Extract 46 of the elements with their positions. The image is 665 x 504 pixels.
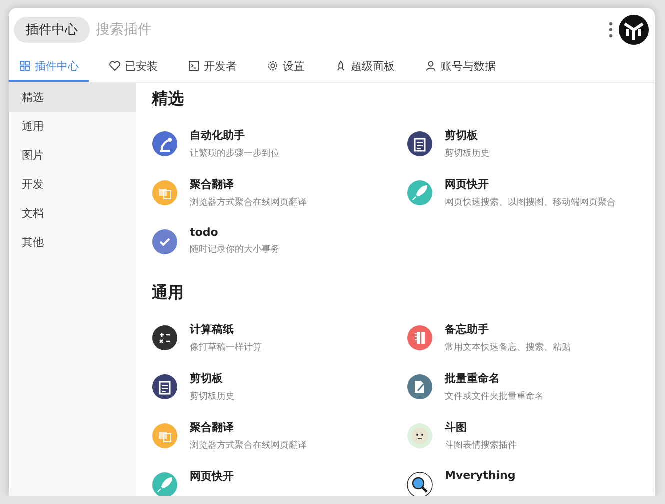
plugin-description: 随时记录你的大小事务 (190, 244, 280, 256)
plugin-center-tag[interactable]: 插件中心 (14, 17, 90, 43)
plugin-description: 文件或文件夹批量重命名 (445, 390, 544, 403)
grid-icon (19, 60, 31, 72)
tab[interactable]: 已安装 (99, 52, 168, 82)
plugin-name[interactable]: 备忘助手 (445, 322, 571, 337)
settings-icon (267, 60, 279, 72)
rocket-icon (335, 60, 347, 72)
sidebar-item[interactable]: 通用 (9, 112, 136, 141)
plugin-name[interactable]: 斗图 (445, 420, 517, 435)
plugin-name[interactable]: Mverything (445, 469, 516, 482)
plugin-name[interactable]: 计算稿纸 (190, 322, 262, 337)
plugin-description: 剪切板历史 (445, 148, 490, 160)
sidebar-item[interactable]: 精选 (9, 83, 136, 112)
person-icon (425, 60, 437, 72)
plugin-description: 斗图表情搜索插件 (445, 440, 517, 452)
plugin-description: 剪切板历史 (190, 390, 235, 403)
heart-icon (109, 60, 121, 72)
tab[interactable]: 超级面板 (325, 52, 405, 82)
sidebar-item[interactable]: 开发 (9, 170, 136, 199)
terminal-icon (188, 60, 200, 72)
plugin-name[interactable]: 剪切板 (445, 128, 490, 143)
sidebar-item[interactable]: 文档 (9, 199, 136, 228)
plugin-description: 让繁琐的步骤一步到位 (190, 148, 280, 160)
plugin-name[interactable]: 自动化助手 (190, 128, 280, 143)
plugin-description: 常用文本快速备忘、搜索、粘贴 (445, 341, 571, 354)
plugin-description: 浏览器方式聚合在线网页翻译 (190, 440, 307, 452)
sidebar-item[interactable]: 图片 (9, 141, 136, 170)
section-title: 通用 (152, 282, 185, 304)
plugin-name[interactable]: 网页快开 (190, 469, 234, 484)
plugin-name[interactable]: 聚合翻译 (190, 177, 307, 192)
plugin-name[interactable]: todo (190, 226, 280, 239)
tab[interactable]: 设置 (257, 52, 315, 82)
plugin-name[interactable]: 剪切板 (190, 371, 235, 386)
plugin-description: 网页快速搜索、以图搜图、移动端网页聚合 (445, 196, 616, 209)
logo-icon[interactable] (619, 15, 649, 45)
plugin-name[interactable]: 聚合翻译 (190, 420, 307, 435)
section-title: 精选 (152, 88, 185, 110)
tab[interactable]: 账号与数据 (415, 52, 506, 82)
more-icon[interactable] (609, 22, 613, 38)
plugin-description: 浏览器方式聚合在线网页翻译 (190, 196, 307, 209)
plugin-name[interactable]: 网页快开 (445, 177, 616, 192)
tab[interactable]: 开发者 (178, 52, 247, 82)
plugin-name[interactable]: 批量重命名 (445, 371, 544, 386)
sidebar-item[interactable]: 其他 (9, 228, 136, 257)
plugin-description: 像打草稿一样计算 (190, 342, 262, 354)
